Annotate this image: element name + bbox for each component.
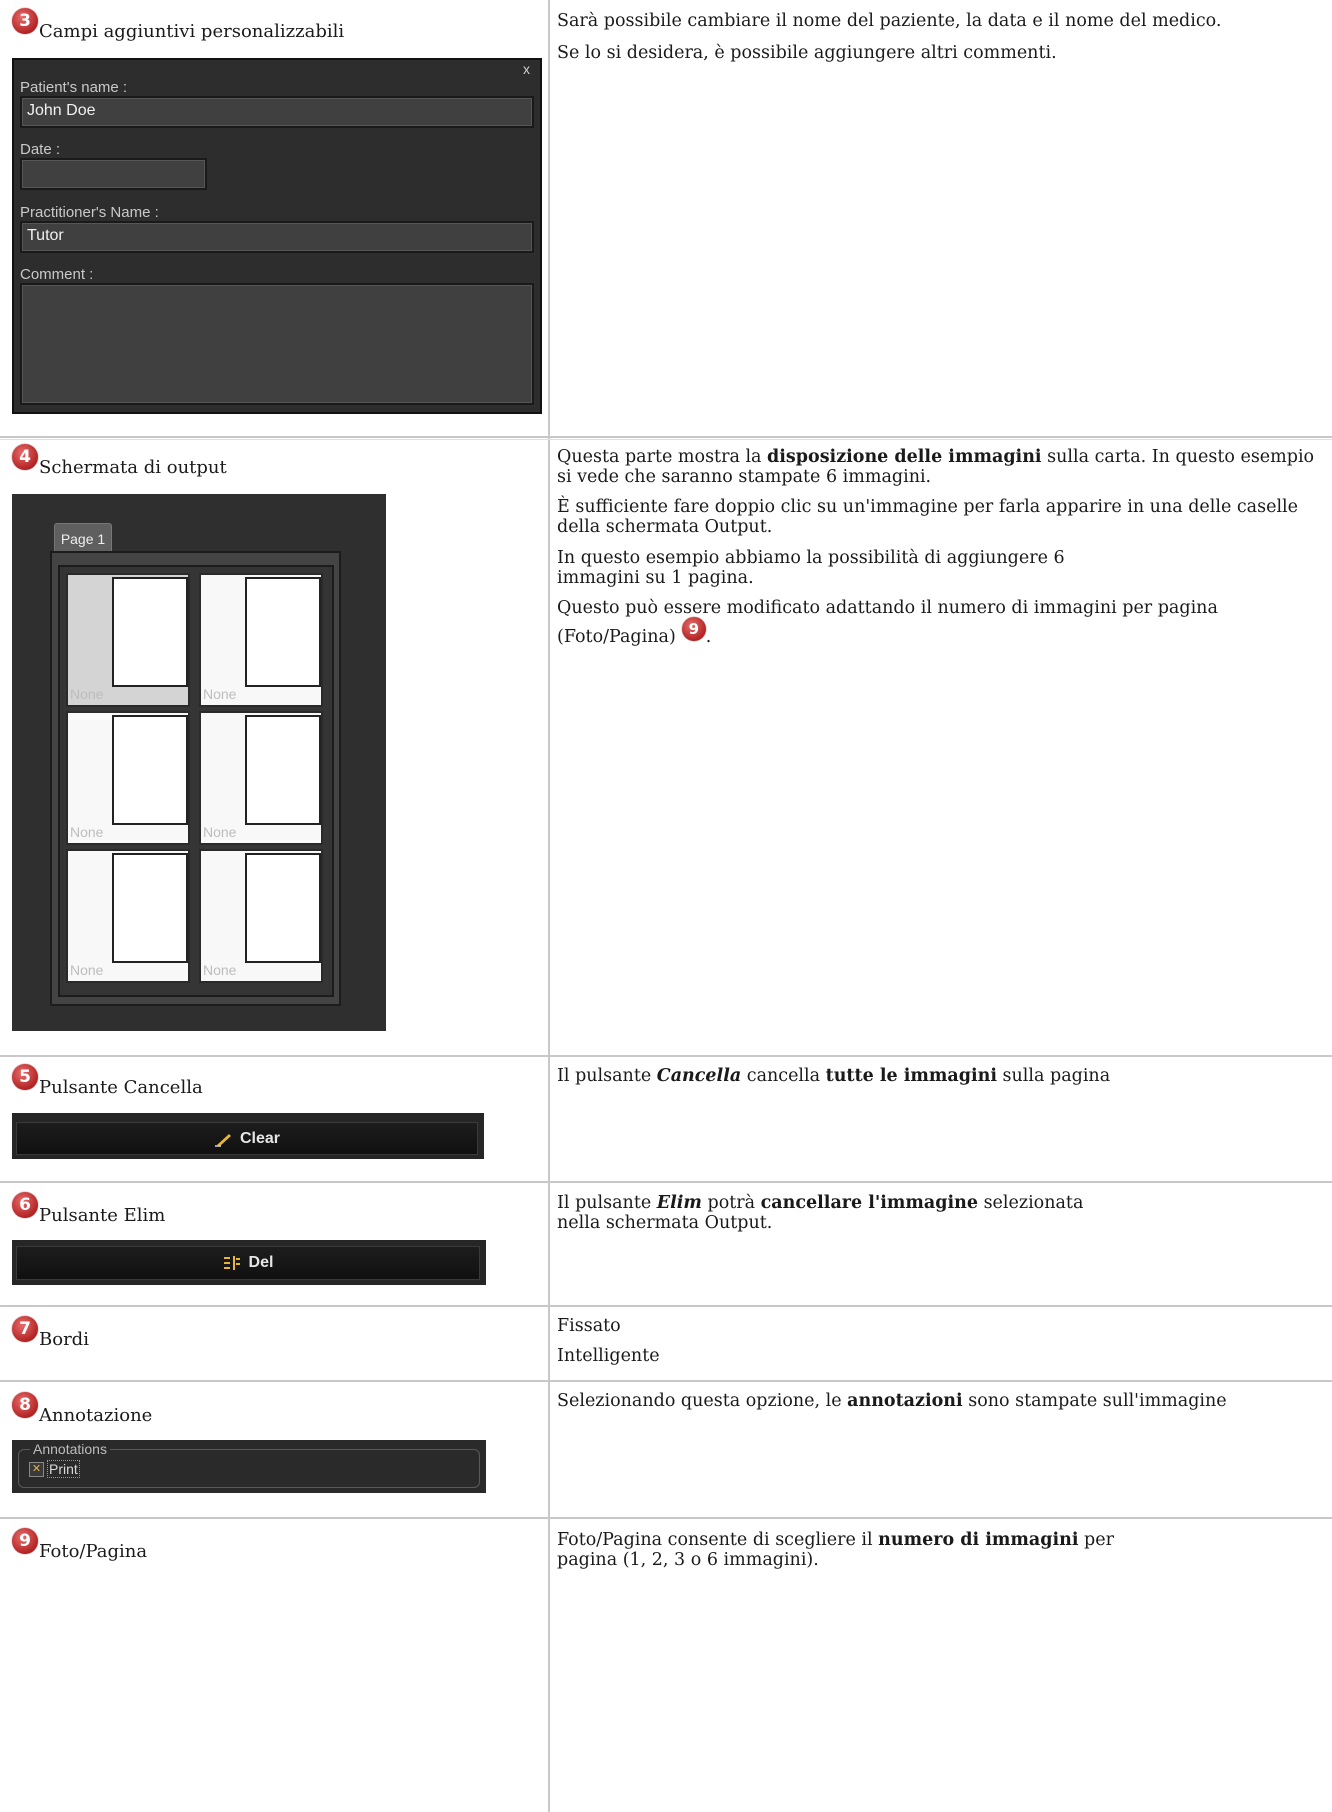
row-title: Foto/Pagina — [39, 1541, 148, 1562]
row-divider — [0, 439, 1332, 440]
output-image-slot[interactable]: None — [66, 849, 190, 983]
practitioner-name-label: Practitioner's Name : — [20, 204, 159, 221]
output-screen-panel: Page 1 None None None None None None — [12, 494, 386, 1031]
row-header-6: 6 Pulsante Elim — [12, 1192, 166, 1226]
row-title: Pulsante Elim — [39, 1205, 166, 1226]
slot-label: None — [70, 686, 104, 702]
row-description: Foto/Pagina consente di scegliere il num… — [557, 1530, 1114, 1570]
row-header-9: 9 Foto/Pagina — [12, 1528, 148, 1562]
clear-toolbar: x Clear — [12, 1113, 484, 1159]
row-description: Questo può essere modificato adattando i… — [557, 598, 1218, 618]
paper-preview — [112, 715, 188, 825]
close-icon[interactable]: x — [523, 61, 530, 77]
column-divider — [548, 0, 550, 1812]
row-description: Il pulsante Elim potrà cancellare l'imma… — [557, 1193, 1084, 1233]
output-image-slot[interactable]: None — [199, 849, 323, 983]
output-image-slot[interactable]: None — [199, 711, 323, 845]
row-title: Schermata di output — [39, 457, 227, 478]
row-divider — [0, 1305, 1332, 1307]
paper-preview — [112, 577, 188, 687]
row-description: Se lo si desidera, è possibile aggiunger… — [557, 43, 1057, 63]
annotations-panel: Annotations ✕ Print — [12, 1440, 486, 1493]
slot-label: None — [203, 962, 237, 978]
paper-preview — [245, 577, 321, 687]
border-option-smart: Intelligente — [557, 1346, 660, 1366]
number-badge-icon: 9 — [681, 617, 706, 641]
row-header-3: 3 Campi aggiuntivi personalizzabili — [12, 8, 345, 42]
row-title: Annotazione — [39, 1405, 153, 1426]
row-divider — [0, 1380, 1332, 1382]
custom-fields-dialog: x Patient's name : John Doe Date : Pract… — [12, 58, 542, 414]
page-frame: None None None None None None — [50, 551, 341, 1006]
row-description: (Foto/Pagina) 9 . — [557, 617, 711, 647]
number-badge-icon: 9 — [12, 1528, 38, 1554]
row-divider — [0, 436, 1332, 438]
print-checkbox-label[interactable]: Print — [47, 1460, 80, 1478]
practitioner-name-field[interactable]: Tutor — [20, 221, 534, 253]
row-title: Pulsante Cancella — [39, 1077, 203, 1098]
paper-preview — [112, 853, 188, 963]
delete-grid-icon — [223, 1256, 240, 1270]
patient-name-label: Patient's name : — [20, 79, 128, 96]
comment-label: Comment : — [20, 266, 94, 283]
slot-label: None — [70, 962, 104, 978]
del-button-label: Del — [248, 1254, 274, 1271]
number-badge-icon: 5 — [12, 1064, 38, 1090]
output-image-slot[interactable]: None — [199, 573, 323, 707]
row-description: Sarà possibile cambiare il nome del pazi… — [557, 11, 1222, 31]
number-badge-icon: 8 — [12, 1392, 38, 1418]
clear-button-label: Clear — [239, 1129, 281, 1147]
row-description: Il pulsante Cancella cancella tutte le i… — [557, 1066, 1111, 1086]
row-description: Questa parte mostra la disposizione dell… — [557, 447, 1315, 487]
slot-label: None — [203, 824, 237, 840]
page-grid: None None None None None None — [58, 565, 334, 997]
clear-button[interactable]: Clear — [16, 1122, 478, 1155]
row-header-8: 8 Annotazione — [12, 1392, 153, 1426]
row-divider — [0, 1181, 1332, 1183]
annotations-group-label: Annotations — [30, 1441, 110, 1457]
tab-page-1[interactable]: Page 1 — [54, 523, 112, 554]
row-header-4: 4 Schermata di output — [12, 444, 227, 478]
number-badge-icon: 7 — [12, 1316, 38, 1342]
row-description: È sufficiente fare doppio clic su un'imm… — [557, 497, 1298, 537]
paper-preview — [245, 715, 321, 825]
comment-textarea[interactable] — [20, 283, 534, 405]
row-title: Campi aggiuntivi personalizzabili — [39, 21, 345, 42]
row-description: In questo esempio abbiamo la possibilità… — [557, 548, 1065, 588]
row-header-7: 7 Bordi — [12, 1316, 89, 1350]
paper-preview — [245, 853, 321, 963]
date-field[interactable] — [20, 158, 207, 190]
del-button[interactable]: Del — [16, 1246, 480, 1280]
row-title: Bordi — [39, 1329, 89, 1350]
patient-name-field[interactable]: John Doe — [20, 96, 534, 128]
slot-label: None — [203, 686, 237, 702]
border-option-fixed: Fissato — [557, 1316, 621, 1336]
row-description: Selezionando questa opzione, le annotazi… — [557, 1391, 1227, 1411]
slot-label: None — [70, 824, 104, 840]
number-badge-icon: 3 — [12, 8, 38, 34]
eraser-icon — [214, 1133, 231, 1147]
output-image-slot[interactable]: None — [66, 711, 190, 845]
row-header-5: 5 Pulsante Cancella — [12, 1064, 203, 1098]
output-image-slot[interactable]: None — [66, 573, 190, 707]
number-badge-icon: 4 — [12, 444, 38, 470]
delete-toolbar: Del — [12, 1240, 486, 1285]
number-badge-icon: 6 — [12, 1192, 38, 1218]
row-divider — [0, 1517, 1332, 1519]
row-divider — [0, 1055, 1332, 1057]
date-label: Date : — [20, 141, 61, 158]
print-checkbox[interactable]: ✕ — [29, 1462, 44, 1477]
